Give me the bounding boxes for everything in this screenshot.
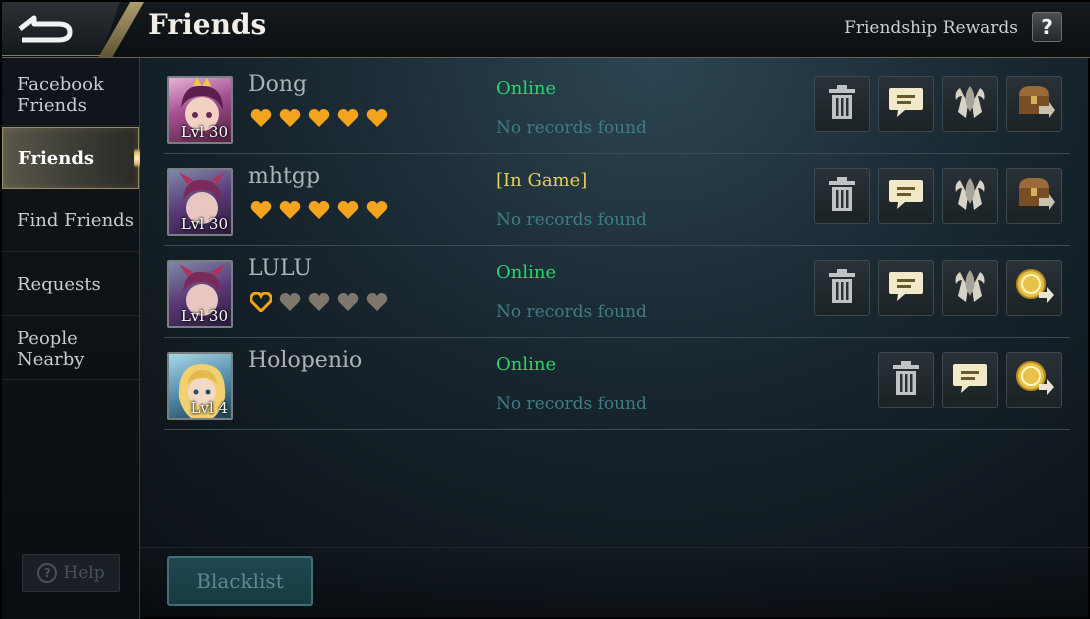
records-text: No records found [496,394,647,414]
friend-name: Dong [248,72,308,97]
help-button[interactable]: ? Help [22,554,120,592]
records-text: No records found [496,302,647,322]
level-badge: Lvl 30 [180,307,228,325]
send-gift-button[interactable] [1006,76,1062,132]
friend-name: mhtgp [248,164,321,189]
invite-team-button[interactable] [942,76,998,132]
heart-empty-icon [308,292,330,316]
avatar[interactable]: Lvl 4 [167,352,233,420]
chat-icon [887,176,925,216]
invite-team-button[interactable] [942,168,998,224]
friend-actions [814,168,1070,226]
game-screen: Friends Friendship Rewards ? Facebook Fr… [0,0,1090,619]
friend-row: Lvl 4 Holopenio Online No records found [164,342,1070,430]
invite-team-button[interactable] [942,260,998,316]
back-button[interactable] [14,12,76,46]
friend-name: LULU [248,256,312,281]
heart-outline-icon [249,291,273,316]
sidebar-item-people-nearby[interactable]: People Nearby [2,318,139,380]
friend-row: Lvl 30 mhtgp [In Game] No records found [164,158,1070,246]
chat-button[interactable] [878,76,934,132]
heart-filled-icon [337,200,359,224]
records-text: No records found [496,210,647,230]
chat-icon [887,268,925,308]
team-icon [950,266,990,310]
heart-empty-icon [337,292,359,316]
chest-icon [1013,174,1055,218]
avatar[interactable]: Lvl 30 [167,76,233,144]
heart-filled-icon [279,200,301,224]
friend-row: Lvl 30 LULU Online No records found [164,250,1070,338]
sidebar-item-friends[interactable]: Friends [2,127,140,189]
heart-filled-icon [308,200,330,224]
delete-icon [825,83,859,125]
delete-icon [889,359,923,401]
friendship-rewards-label[interactable]: Friendship Rewards [844,18,1018,38]
delete-friend-button[interactable] [814,260,870,316]
friend-row: Lvl 30 Dong Online No records found [164,66,1070,154]
chest-icon [1013,82,1055,126]
delete-friend-button[interactable] [878,352,934,408]
send-coins-button[interactable] [1006,260,1062,316]
sidebar-item-facebook-friends[interactable]: Facebook Friends [2,64,139,126]
send-gift-button[interactable] [1006,168,1062,224]
level-badge: Lvl 30 [180,215,228,233]
online-status: Online [496,262,557,283]
team-icon [950,82,990,126]
level-badge: Lvl 30 [180,123,228,141]
intimacy-hearts [250,108,388,132]
friend-actions [814,76,1070,134]
chat-button[interactable] [878,168,934,224]
heart-empty-icon [366,292,388,316]
sidebar-item-requests[interactable]: Requests [2,254,139,316]
sidebar: Facebook Friends Friends Find Friends Re… [2,58,140,619]
level-badge: Lvl 4 [190,399,228,417]
sidebar-item-find-friends[interactable]: Find Friends [2,190,139,252]
delete-friend-button[interactable] [814,76,870,132]
avatar[interactable]: Lvl 30 [167,260,233,328]
delete-friend-button[interactable] [814,168,870,224]
online-status: [In Game] [496,170,588,191]
gift-icon [1013,358,1055,402]
heart-filled-icon [366,200,388,224]
heart-filled-icon [337,108,359,132]
delete-icon [825,175,859,217]
heart-filled-icon [366,108,388,132]
send-coins-button[interactable] [1006,352,1062,408]
avatar[interactable]: Lvl 30 [167,168,233,236]
friend-actions [814,260,1070,318]
online-status: Online [496,78,557,99]
heart-filled-icon [308,108,330,132]
help-label: Help [63,563,105,583]
chat-icon [951,360,989,400]
delete-icon [825,267,859,309]
heart-filled-icon [250,108,272,132]
chat-icon [887,84,925,124]
intimacy-hearts [249,291,388,316]
blacklist-button[interactable]: Blacklist [167,556,313,606]
friend-name: Holopenio [248,348,363,373]
friend-actions [878,352,1070,410]
online-status: Online [496,354,557,375]
rewards-help-button[interactable]: ? [1032,12,1062,42]
back-arrow-icon [18,15,73,43]
records-text: No records found [496,118,647,138]
gift-icon [1013,266,1055,310]
heart-filled-icon [250,200,272,224]
page-title: Friends [148,8,267,41]
heart-empty-icon [279,292,301,316]
top-bar: Friends Friendship Rewards ? [2,2,1090,58]
question-icon: ? [37,563,58,583]
chat-button[interactable] [942,352,998,408]
heart-filled-icon [279,108,301,132]
team-icon [950,174,990,218]
intimacy-hearts [250,200,388,224]
chat-button[interactable] [878,260,934,316]
